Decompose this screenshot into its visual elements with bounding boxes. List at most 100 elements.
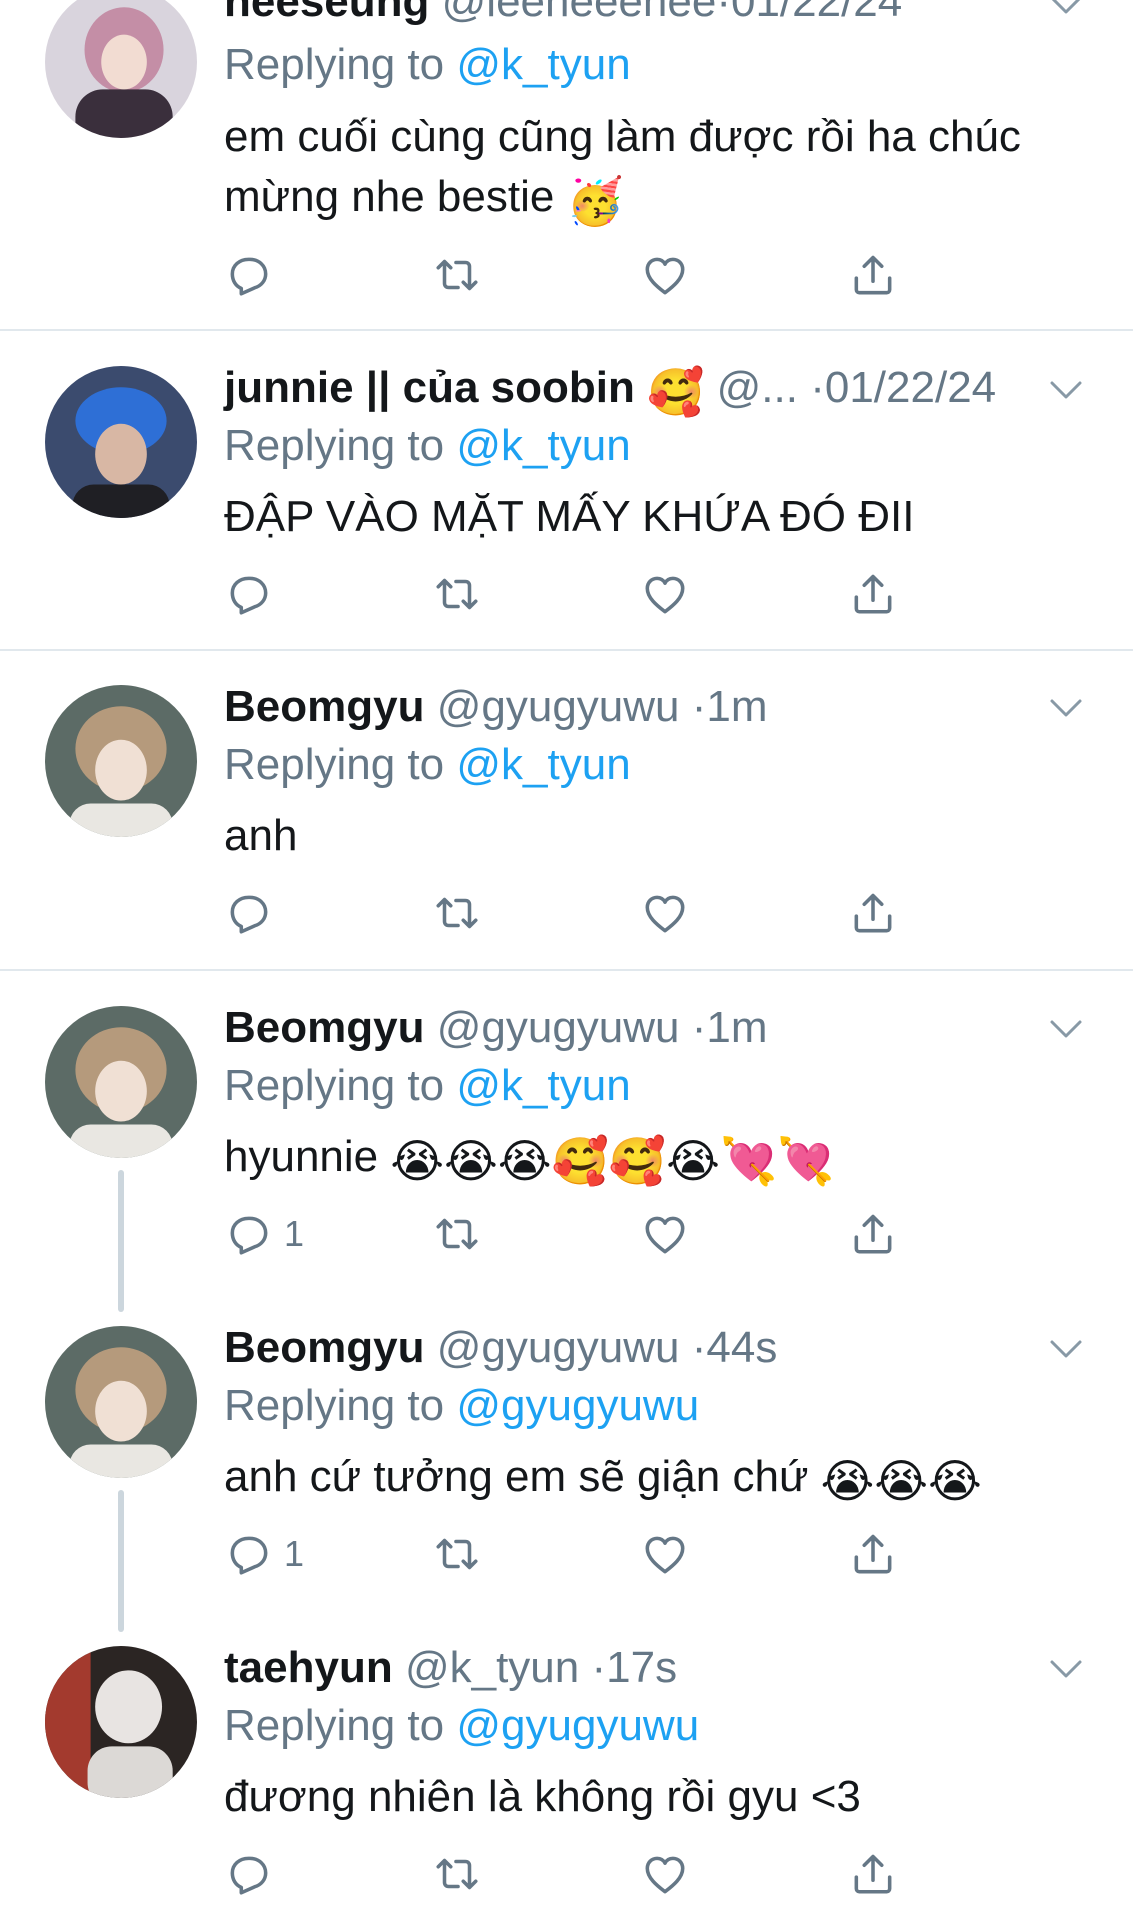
like-icon: [640, 569, 690, 619]
like-icon: [640, 1209, 690, 1259]
reply-button[interactable]: 1: [224, 1524, 304, 1584]
display-name[interactable]: heeseung: [224, 0, 429, 26]
retweet-button[interactable]: [432, 1844, 482, 1904]
chevron-down-icon[interactable]: [1046, 375, 1086, 405]
avatar[interactable]: [45, 1646, 197, 1798]
retweet-icon: [432, 1209, 482, 1259]
reply-icon: [224, 569, 274, 619]
emoji: 🥰: [647, 366, 705, 418]
share-button[interactable]: [848, 1844, 898, 1904]
separator: ·: [716, 0, 731, 26]
timestamp[interactable]: 17s: [606, 1643, 677, 1692]
timestamp[interactable]: 01/22/24: [731, 0, 902, 26]
replying-to-label: Replying to: [224, 40, 445, 89]
chevron-down-icon[interactable]: [1046, 1654, 1086, 1684]
retweet-icon: [432, 1849, 482, 1899]
reply-mention-link[interactable]: @k_tyun: [456, 740, 630, 789]
replying-to-label: Replying to: [224, 1701, 445, 1750]
tweet-actions: [224, 564, 944, 624]
like-button[interactable]: [640, 564, 690, 624]
tweet[interactable]: Beomgyu @gyugyuwu ·1m Replying to @k_tyu…: [0, 651, 1133, 969]
timestamp[interactable]: 44s: [706, 1323, 777, 1372]
replying-to: Replying to @k_tyun: [224, 35, 631, 95]
username[interactable]: @gyugyuwu: [437, 682, 680, 731]
retweet-button[interactable]: [432, 245, 482, 305]
tweet[interactable]: heeseung @leeheeenee·01/22/24 Replying t…: [0, 0, 1133, 330]
reply-mention-link[interactable]: @k_tyun: [456, 1061, 630, 1110]
tweet-header: Beomgyu @gyugyuwu ·1m: [224, 998, 768, 1058]
display-name[interactable]: Beomgyu: [224, 1323, 424, 1372]
username[interactable]: @gyugyuwu: [437, 1003, 680, 1052]
emoji: 🥳: [566, 175, 624, 227]
username[interactable]: @gyugyuwu: [437, 1323, 680, 1372]
chevron-down-icon[interactable]: [1046, 693, 1086, 723]
tweet[interactable]: taehyun @k_tyun ·17s Replying to @gyugyu…: [0, 1611, 1133, 1920]
tweet[interactable]: junnie || của soobin 🥰 @... ·01/22/24 Re…: [0, 331, 1133, 649]
reply-button[interactable]: [224, 564, 274, 624]
chevron-down-icon[interactable]: [1046, 1014, 1086, 1044]
retweet-button[interactable]: [432, 1524, 482, 1584]
tweet-text: anh cứ tưởng em sẽ giận chứ 😭😭😭: [224, 1447, 1084, 1507]
share-button[interactable]: [848, 1524, 898, 1584]
reply-mention-link[interactable]: @gyugyuwu: [456, 1701, 699, 1750]
retweet-button[interactable]: [432, 564, 482, 624]
reply-button[interactable]: [224, 245, 274, 305]
retweet-button[interactable]: [432, 1204, 482, 1264]
display-name[interactable]: Beomgyu: [224, 682, 424, 731]
reply-button[interactable]: [224, 883, 274, 943]
tweet-text: đương nhiên là không rồi gyu <3: [224, 1772, 861, 1821]
tweet-header: Beomgyu @gyugyuwu ·44s: [224, 1318, 777, 1378]
replying-to-label: Replying to: [224, 1381, 445, 1430]
like-button[interactable]: [640, 1524, 690, 1584]
avatar[interactable]: [45, 366, 197, 518]
emoji: 😭: [390, 1135, 445, 1187]
timestamp[interactable]: 01/22/24: [825, 363, 996, 412]
chevron-down-icon[interactable]: [1046, 0, 1086, 20]
reply-icon: [224, 250, 274, 300]
reply-button[interactable]: 1: [224, 1204, 304, 1264]
tweet-header: taehyun @k_tyun ·17s: [224, 1638, 677, 1698]
avatar[interactable]: [45, 0, 197, 138]
tweet-actions: [224, 883, 944, 943]
display-name[interactable]: taehyun: [224, 1643, 393, 1692]
tweet-text-line: mừng nhe bestie: [224, 172, 555, 221]
tweet-text-content: hyunnie: [224, 1132, 379, 1181]
avatar[interactable]: [45, 1326, 197, 1478]
tweet-text-content: anh cứ tưởng em sẽ giận chứ: [224, 1452, 809, 1501]
share-button[interactable]: [848, 245, 898, 305]
tweet[interactable]: Beomgyu @gyugyuwu ·44s Replying to @gyug…: [0, 1291, 1133, 1611]
chevron-down-icon[interactable]: [1046, 1334, 1086, 1364]
tweet-text: anh: [224, 811, 298, 860]
emoji: 😭: [928, 1455, 982, 1507]
username[interactable]: @...: [717, 363, 798, 412]
like-button[interactable]: [640, 1844, 690, 1904]
share-button[interactable]: [848, 564, 898, 624]
separator: ·: [591, 1643, 607, 1692]
timestamp[interactable]: 1m: [706, 682, 767, 731]
timestamp[interactable]: 1m: [706, 1003, 767, 1052]
tweet-text-line: em cuối cùng cũng làm được rồi ha chúc: [224, 112, 1021, 161]
reply-mention-link[interactable]: @k_tyun: [456, 40, 630, 89]
like-button[interactable]: [640, 1204, 690, 1264]
replying-to: Replying to @gyugyuwu: [224, 1696, 699, 1756]
share-button[interactable]: [848, 883, 898, 943]
emoji: 💘: [777, 1135, 835, 1187]
avatar[interactable]: [45, 1006, 197, 1158]
reply-mention-link[interactable]: @k_tyun: [456, 421, 630, 470]
avatar[interactable]: [45, 685, 197, 837]
share-icon: [848, 569, 898, 619]
username[interactable]: @leeheeenee: [442, 0, 717, 26]
reply-button[interactable]: [224, 1844, 274, 1904]
like-button[interactable]: [640, 883, 690, 943]
username[interactable]: @k_tyun: [405, 1643, 579, 1692]
share-button[interactable]: [848, 1204, 898, 1264]
replying-to-label: Replying to: [224, 421, 445, 470]
tweet-text: hyunnie 😭😭😭🥰🥰😭💘💘: [224, 1127, 1084, 1187]
share-icon: [848, 1209, 898, 1259]
tweet[interactable]: Beomgyu @gyugyuwu ·1m Replying to @k_tyu…: [0, 971, 1133, 1291]
display-name[interactable]: junnie || của soobin: [224, 363, 635, 412]
retweet-button[interactable]: [432, 883, 482, 943]
display-name[interactable]: Beomgyu: [224, 1003, 424, 1052]
like-button[interactable]: [640, 245, 690, 305]
reply-mention-link[interactable]: @gyugyuwu: [456, 1381, 699, 1430]
